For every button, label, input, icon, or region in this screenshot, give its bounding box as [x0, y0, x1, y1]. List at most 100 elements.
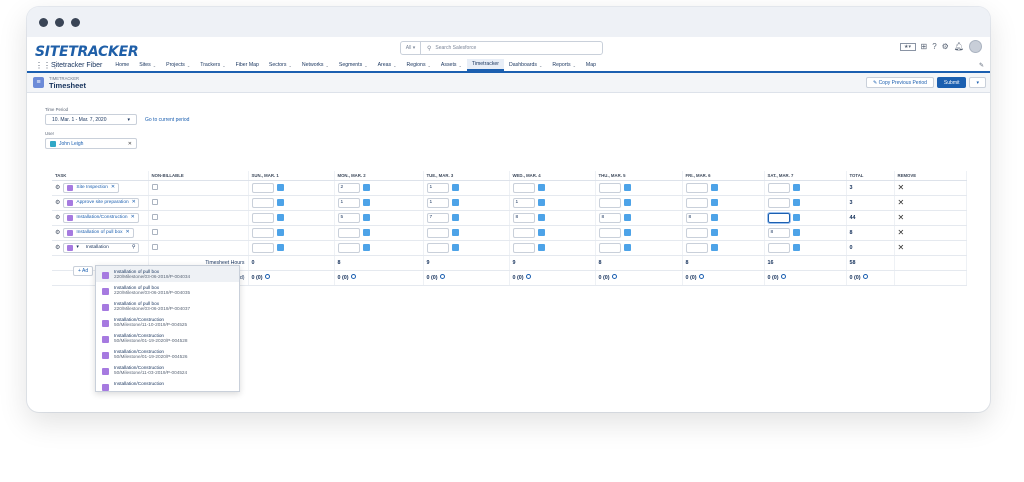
chevron-down-icon[interactable]: ⌄	[458, 63, 461, 68]
hours-input[interactable]	[685, 182, 708, 193]
notes-icon[interactable]	[537, 244, 545, 251]
chevron-down-icon[interactable]: ⌄	[539, 63, 542, 68]
notes-icon[interactable]	[362, 199, 370, 206]
notes-icon[interactable]	[537, 184, 545, 191]
add-icon[interactable]: ⊞	[921, 42, 928, 51]
remove-row-icon[interactable]: ✕	[898, 213, 905, 222]
hours-input[interactable]: 1	[337, 197, 360, 208]
avatar[interactable]	[969, 40, 982, 53]
hours-input[interactable]	[767, 182, 790, 193]
dropdown-option[interactable]: Installation/Construction	[96, 378, 239, 391]
task-settings-gear-icon[interactable]: ⚙	[55, 184, 60, 191]
notes-icon[interactable]	[537, 199, 545, 206]
window-dot-maximize[interactable]	[71, 17, 80, 27]
nav-item-timetracker[interactable]: Timetracker	[466, 59, 505, 71]
worked-info-icon[interactable]	[264, 274, 270, 279]
notes-icon[interactable]	[276, 229, 284, 236]
notes-icon[interactable]	[276, 199, 284, 206]
notes-icon[interactable]	[710, 244, 718, 251]
remove-row-icon[interactable]: ✕	[898, 228, 905, 237]
notes-icon[interactable]	[792, 184, 800, 191]
notes-icon[interactable]	[623, 199, 631, 206]
hours-input[interactable]	[512, 182, 535, 193]
chevron-down-icon[interactable]: ⌄	[289, 63, 292, 68]
task-pill[interactable]: Installation of pull box ✕	[63, 227, 134, 238]
notes-icon[interactable]	[710, 229, 718, 236]
task-pill[interactable]: Approve site preparation ✕	[63, 197, 140, 208]
search-scope[interactable]: All ▾	[401, 42, 421, 54]
notes-icon[interactable]	[792, 229, 800, 236]
remove-task-icon[interactable]: ✕	[126, 230, 130, 235]
task-settings-gear-icon[interactable]: ⚙	[55, 244, 60, 251]
hours-input[interactable]	[337, 227, 360, 238]
notes-icon[interactable]	[623, 214, 631, 221]
hours-input[interactable]: 7	[426, 212, 449, 223]
worked-info-icon[interactable]	[780, 274, 786, 279]
nav-item-regions[interactable]: Regions ⌄	[402, 59, 436, 71]
hours-input[interactable]: 5	[337, 212, 360, 223]
hours-input[interactable]	[251, 197, 274, 208]
notifications-bell-icon[interactable]: 🔔︎	[954, 42, 964, 51]
notes-icon[interactable]	[451, 184, 459, 191]
task-pill[interactable]: Site Inspection ✕	[63, 182, 119, 193]
nav-item-segments[interactable]: Segments ⌄	[334, 59, 373, 71]
hours-input[interactable]	[767, 212, 790, 223]
hours-input[interactable]	[251, 227, 274, 238]
remove-row-icon[interactable]: ✕	[898, 183, 905, 192]
notes-icon[interactable]	[362, 244, 370, 251]
hours-input[interactable]	[426, 227, 449, 238]
user-pill[interactable]: John Leigh ✕	[45, 138, 137, 149]
chevron-down-icon[interactable]: ⌄	[187, 63, 190, 68]
hours-input[interactable]	[598, 242, 621, 253]
non-billable-checkbox[interactable]	[151, 183, 158, 190]
hours-input[interactable]	[685, 242, 708, 253]
notes-icon[interactable]	[623, 184, 631, 191]
nav-item-projects[interactable]: Projects ⌄	[161, 59, 195, 71]
worked-info-icon[interactable]	[350, 274, 356, 279]
worked-info-icon[interactable]	[611, 274, 617, 279]
nav-item-home[interactable]: Home	[110, 59, 134, 71]
global-search[interactable]: All ▾ ⚲ Search Salesforce	[400, 41, 603, 55]
hours-input[interactable]	[426, 242, 449, 253]
notes-icon[interactable]	[537, 229, 545, 236]
notes-icon[interactable]	[362, 229, 370, 236]
hours-input[interactable]	[251, 242, 274, 253]
hours-input[interactable]: 1	[426, 182, 449, 193]
nav-item-dashboards[interactable]: Dashboards ⌄	[504, 59, 547, 71]
task-settings-gear-icon[interactable]: ⚙	[55, 229, 60, 236]
setup-gear-icon[interactable]: ⚙	[942, 42, 949, 51]
hours-input[interactable]	[685, 227, 708, 238]
notes-icon[interactable]	[451, 229, 459, 236]
non-billable-checkbox[interactable]	[151, 228, 158, 235]
chevron-down-icon[interactable]: ⌄	[222, 63, 225, 68]
hours-input[interactable]	[337, 242, 360, 253]
nav-item-trackers[interactable]: Trackers ⌄	[195, 59, 230, 71]
notes-icon[interactable]	[792, 199, 800, 206]
hours-input[interactable]: 1	[512, 197, 535, 208]
search-input[interactable]: Search Salesforce	[435, 45, 476, 51]
add-task-button[interactable]: + Ad	[73, 266, 94, 276]
remove-task-icon[interactable]: ✕	[111, 185, 115, 190]
non-billable-checkbox[interactable]	[151, 198, 158, 205]
remove-row-icon[interactable]: ✕	[898, 243, 905, 252]
edit-nav-pencil-icon[interactable]: ✎	[979, 62, 984, 69]
chevron-down-icon[interactable]: ⌄	[364, 63, 367, 68]
remove-row-icon[interactable]: ✕	[898, 198, 905, 207]
chevron-down-icon[interactable]: ⌄	[573, 63, 576, 68]
notes-icon[interactable]	[276, 244, 284, 251]
dropdown-option[interactable]: Installation/Construction 50/Milestone/01…	[96, 330, 239, 346]
hours-input[interactable]	[685, 197, 708, 208]
hours-input[interactable]: 8	[767, 227, 790, 238]
go-to-current-period-link[interactable]: Go to current period	[145, 117, 189, 123]
nav-item-sites[interactable]: Sites ⌄	[134, 59, 161, 71]
dropdown-option[interactable]: Installation/Construction 50/Milestone/11…	[96, 314, 239, 330]
chevron-down-icon[interactable]: ⌄	[393, 63, 396, 68]
chevron-down-icon[interactable]: ⌄	[428, 63, 431, 68]
chevron-down-icon[interactable]: ⌄	[326, 63, 329, 68]
hours-input[interactable]	[251, 212, 274, 223]
task-settings-gear-icon[interactable]: ⚙	[55, 214, 60, 221]
nav-item-sectors[interactable]: Sectors ⌄	[264, 59, 297, 71]
worked-info-icon[interactable]	[525, 274, 531, 279]
notes-icon[interactable]	[276, 214, 284, 221]
hours-input[interactable]	[598, 227, 621, 238]
